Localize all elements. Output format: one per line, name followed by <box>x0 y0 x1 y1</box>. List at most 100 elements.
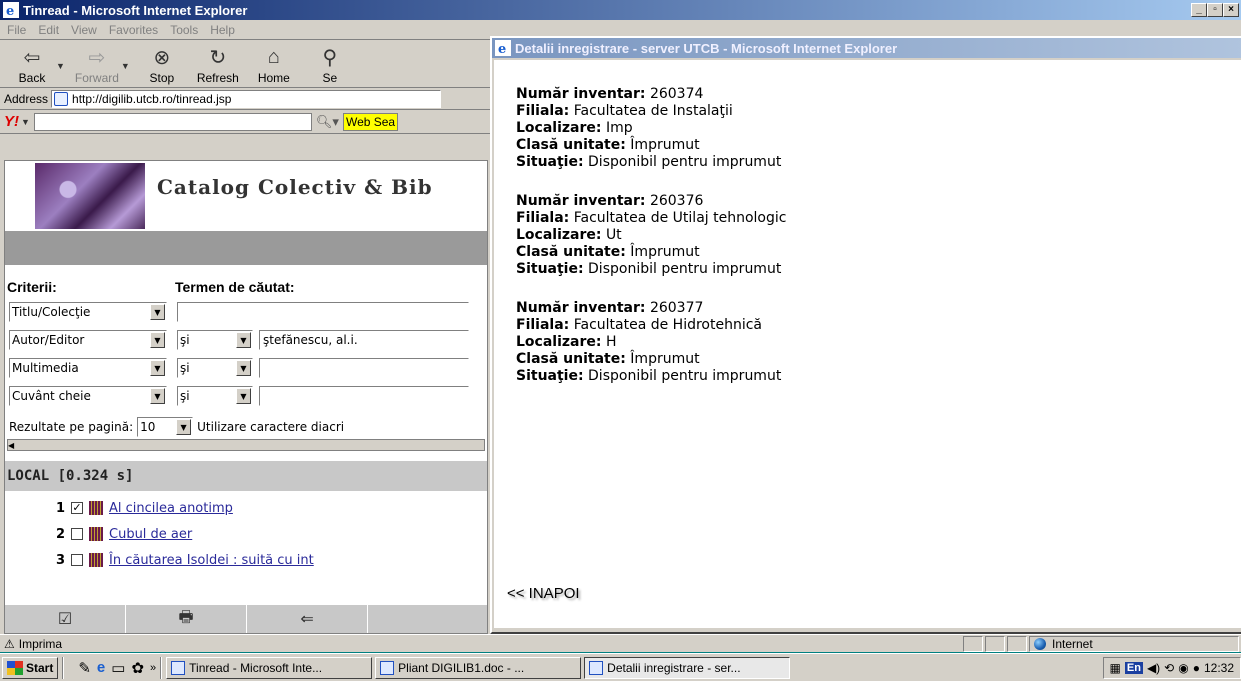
yahoo-dropdown-icon[interactable]: ▼ <box>21 117 30 127</box>
criteria-label: Criterii: <box>7 279 57 295</box>
ie-quicklaunch-icon[interactable]: e <box>97 659 105 676</box>
branch-value: Facultatea de Utilaj tehnologic <box>573 210 787 226</box>
results-per-page-label: Rezultate pe pagină: <box>9 420 134 434</box>
term-input-2[interactable]: ştefănescu, al.i. <box>259 330 469 350</box>
popup-title-bar[interactable]: e Detalii inregistrare - server UTCB - M… <box>492 38 1241 58</box>
minimize-button[interactable]: _ <box>1191 3 1207 17</box>
magnifier-icon[interactable]: 🔍︎▾ <box>316 114 339 130</box>
close-button[interactable]: × <box>1223 3 1239 17</box>
menu-file[interactable]: File <box>7 23 26 37</box>
field-select-1[interactable]: Titlu/Colecţie ▼ <box>9 302 167 322</box>
language-indicator[interactable]: En <box>1124 661 1143 674</box>
operator-select-2[interactable]: şi ▼ <box>177 330 253 350</box>
home-button[interactable]: ⌂ Home <box>246 46 302 86</box>
start-button[interactable]: Start <box>2 656 59 679</box>
local-results-header: LOCAL [0.324 s] <box>5 461 487 491</box>
status-label: Situaţie: <box>516 261 584 277</box>
menu-help[interactable]: Help <box>210 23 235 37</box>
forward-button[interactable]: ⇨ Forward <box>69 46 125 86</box>
desktop-icon[interactable]: ▭ <box>111 659 125 677</box>
search-icon: ⚲ <box>322 46 338 69</box>
zone-label: Internet <box>1052 636 1093 651</box>
book-icon <box>89 501 103 515</box>
stop-button[interactable]: ⊗ Stop <box>134 46 190 86</box>
chevron-down-icon: ▼ <box>236 332 251 348</box>
refresh-label: Refresh <box>196 71 239 85</box>
term-input-4[interactable] <box>259 386 469 406</box>
term-input-3[interactable] <box>259 358 469 378</box>
horizontal-scrollbar[interactable]: ◀ <box>7 439 485 451</box>
chevron-down-icon: ▼ <box>150 304 165 320</box>
volume-icon[interactable]: ◀) <box>1147 661 1160 675</box>
back-button[interactable]: ⇦ Back <box>4 46 60 86</box>
operator-value-3: şi <box>180 361 190 375</box>
page-icon <box>54 91 69 106</box>
back-link[interactable]: << INAPOI <box>507 585 580 602</box>
inventory-label: Număr inventar: <box>516 300 646 316</box>
chevron-right-icon[interactable]: » <box>150 662 156 674</box>
main-title-bar[interactable]: e Tinread - Microsoft Internet Explorer … <box>0 0 1241 20</box>
start-label: Start <box>26 660 54 675</box>
back-arrow-icon[interactable]: ⇐ <box>247 605 369 633</box>
location-label: Localizare: <box>516 120 602 136</box>
search-row-4: Cuvânt cheie ▼ şi ▼ <box>9 385 487 407</box>
edit-icon[interactable]: ✎ <box>78 659 91 677</box>
search-button[interactable]: ⚲ Se <box>302 46 358 86</box>
status-cell <box>985 635 1005 652</box>
blank-icon-slot <box>368 605 487 633</box>
task-button-details[interactable]: Detalii inregistrare - ser... <box>584 656 791 679</box>
result-checkbox-1[interactable]: ✓ <box>71 502 83 514</box>
home-label: Home <box>257 71 290 85</box>
back-dropdown-icon[interactable]: ▼ <box>56 61 65 71</box>
book-icon <box>89 527 103 541</box>
result-link-3[interactable]: În căutarea Isoldei : suită cu int <box>109 553 314 568</box>
task-button-tinread[interactable]: Tinread - Microsoft Inte... <box>166 656 373 679</box>
chevron-down-icon: ▼ <box>236 388 251 404</box>
menu-view[interactable]: View <box>71 23 97 37</box>
result-link-1[interactable]: Al cincilea anotimp <box>109 501 233 516</box>
branch-value: Facultatea de Hidrotehnică <box>573 317 763 333</box>
address-input[interactable]: http://digilib.utcb.ro/tinread.jsp <box>51 89 442 108</box>
antivirus-icon[interactable]: ● <box>1193 661 1200 675</box>
field-value-1: Titlu/Colecţie <box>12 305 91 319</box>
operator-select-3[interactable]: şi ▼ <box>177 358 253 378</box>
refresh-button[interactable]: ↻ Refresh <box>190 46 246 86</box>
result-link-2[interactable]: Cubul de aer <box>109 527 192 542</box>
inventory-label: Număr inventar: <box>516 193 646 209</box>
menu-edit[interactable]: Edit <box>38 23 59 37</box>
field-select-4[interactable]: Cuvânt cheie ▼ <box>9 386 167 406</box>
field-select-2[interactable]: Autor/Editor ▼ <box>9 330 167 350</box>
menu-favorites[interactable]: Favorites <box>109 23 158 37</box>
location-label: Localizare: <box>516 227 602 243</box>
app-icon[interactable]: ✿ <box>131 659 144 677</box>
result-checkbox-2[interactable] <box>71 528 83 540</box>
chevron-down-icon: ▼ <box>150 360 165 376</box>
print-icon[interactable]: 🖶︎ <box>126 605 248 633</box>
warning-icon: ⚠ <box>4 636 15 651</box>
yahoo-search-input[interactable] <box>33 112 312 131</box>
result-checkbox-3[interactable] <box>71 554 83 566</box>
field-select-3[interactable]: Multimedia ▼ <box>9 358 167 378</box>
status-value: Disponibil pentru imprumut <box>588 261 782 277</box>
operator-select-4[interactable]: şi ▼ <box>177 386 253 406</box>
tray-app-icon[interactable]: ◉ <box>1178 661 1188 675</box>
web-search-button[interactable]: Web Sea <box>342 112 399 131</box>
select-checked-icon[interactable]: ☑ <box>5 605 127 633</box>
scroll-left-icon[interactable]: ◀ <box>8 441 14 450</box>
forward-dropdown-icon[interactable]: ▼ <box>121 61 130 71</box>
term-input-1[interactable] <box>177 302 469 322</box>
system-tray: ▦ En ◀) ⟲ ◉ ● 12:32 <box>1102 656 1241 679</box>
status-cell <box>963 635 983 652</box>
menu-tools[interactable]: Tools <box>170 23 198 37</box>
stop-label: Stop <box>149 71 175 85</box>
maximize-button[interactable]: ▫ <box>1207 3 1223 17</box>
task-button-word[interactable]: Pliant DIGILIB1.doc - ... <box>375 656 582 679</box>
chevron-down-icon: ▼ <box>236 360 251 376</box>
calendar-icon[interactable]: ▦ <box>1110 661 1121 675</box>
yahoo-logo-icon[interactable]: Y! <box>4 113 19 130</box>
network-icon[interactable]: ⟲ <box>1164 661 1174 675</box>
location-value: Imp <box>605 120 633 136</box>
results-per-page-select[interactable]: 10 ▼ <box>137 417 194 437</box>
location-value: H <box>605 334 617 350</box>
results-per-page-row: Rezultate pe pagină: 10 ▼ Utilizare carac… <box>9 417 487 437</box>
